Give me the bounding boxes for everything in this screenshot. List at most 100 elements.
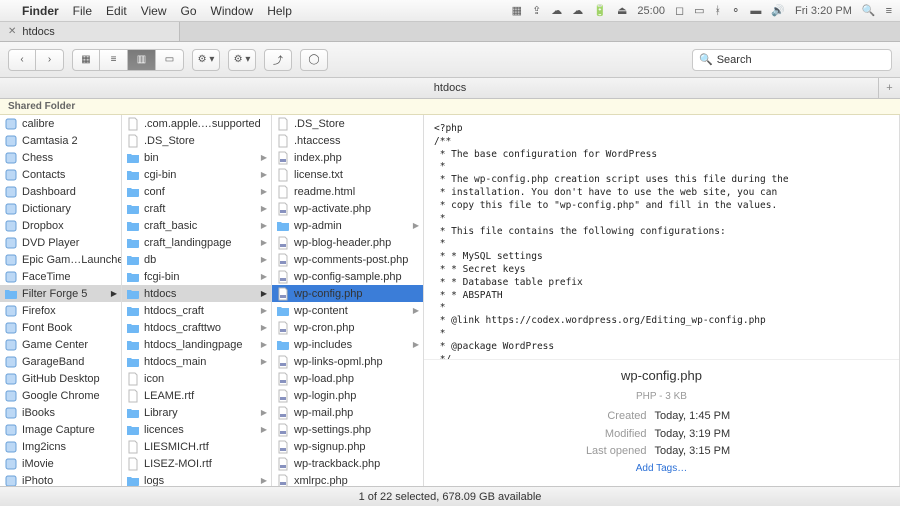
menu-edit[interactable]: Edit (106, 4, 127, 18)
spotlight-icon[interactable]: 🔍 (862, 4, 876, 17)
file-item[interactable]: GarageBand (0, 353, 121, 370)
cloud-icon[interactable]: ☁ (572, 4, 583, 17)
file-item[interactable]: fcgi-bin▶ (122, 268, 271, 285)
column-2[interactable]: .com.apple.…supported.DS_Storebin▶cgi-bi… (122, 115, 272, 486)
back-button[interactable]: ‹ (8, 49, 36, 71)
file-item[interactable]: icon (122, 370, 271, 387)
file-item[interactable]: htdocs_landingpage▶ (122, 336, 271, 353)
file-item[interactable]: wp-activate.php (272, 200, 423, 217)
timer-text[interactable]: 25:00 (637, 5, 665, 17)
file-item[interactable]: wp-config.php (272, 285, 423, 302)
search-field[interactable]: 🔍 Search (692, 49, 892, 71)
file-item[interactable]: wp-cron.php (272, 319, 423, 336)
display-icon[interactable]: ◻ (675, 4, 684, 17)
file-item[interactable]: logs▶ (122, 472, 271, 486)
action-button[interactable]: ⚙ ▾ (228, 49, 256, 71)
window-tab[interactable]: ✕ htdocs (0, 22, 180, 41)
file-item[interactable]: Dropbox (0, 217, 121, 234)
file-item[interactable]: htdocs_craft▶ (122, 302, 271, 319)
list-view-button[interactable]: ≡ (100, 49, 128, 71)
file-item[interactable]: htdocs_main▶ (122, 353, 271, 370)
menu-view[interactable]: View (141, 4, 167, 18)
notification-center-icon[interactable]: ≡ (886, 5, 892, 17)
file-item[interactable]: .com.apple.…supported (122, 115, 271, 132)
file-item[interactable]: Filter Forge 5▶ (0, 285, 121, 302)
dropbox-icon[interactable]: ⇪ (532, 4, 541, 17)
file-item[interactable]: LEAME.rtf (122, 387, 271, 404)
forward-button[interactable]: › (36, 49, 64, 71)
tags-button[interactable]: ◯ (300, 49, 328, 71)
file-item[interactable]: wp-blog-header.php (272, 234, 423, 251)
file-item[interactable]: iMovie (0, 455, 121, 472)
file-item[interactable]: cgi-bin▶ (122, 166, 271, 183)
menu-window[interactable]: Window (211, 4, 254, 18)
wifi-icon[interactable]: ⚬ (731, 4, 740, 17)
file-item[interactable]: Epic Gam…Launcher (0, 251, 121, 268)
file-item[interactable]: craft_landingpage▶ (122, 234, 271, 251)
file-item[interactable]: wp-comments-post.php (272, 251, 423, 268)
file-item[interactable]: calibre (0, 115, 121, 132)
icon-view-button[interactable]: ▦ (72, 49, 100, 71)
file-item[interactable]: .DS_Store (272, 115, 423, 132)
file-item[interactable]: Library▶ (122, 404, 271, 421)
screen-share-icon[interactable]: ▭ (694, 4, 704, 17)
sync-icon[interactable]: ☁ (551, 4, 562, 17)
file-item[interactable]: Font Book (0, 319, 121, 336)
menubar-extra-icon[interactable]: ▦ (512, 4, 522, 17)
battery-icon[interactable]: ▬ (750, 5, 761, 17)
file-item[interactable]: wp-includes▶ (272, 336, 423, 353)
file-item[interactable]: wp-login.php (272, 387, 423, 404)
menu-go[interactable]: Go (181, 4, 197, 18)
gallery-view-button[interactable]: ▭ (156, 49, 184, 71)
file-item[interactable]: wp-content▶ (272, 302, 423, 319)
file-item[interactable]: craft_basic▶ (122, 217, 271, 234)
file-item[interactable]: GitHub Desktop (0, 370, 121, 387)
file-item[interactable]: LIESMICH.rtf (122, 438, 271, 455)
file-item[interactable]: Google Chrome (0, 387, 121, 404)
app-name[interactable]: Finder (22, 4, 59, 18)
file-item[interactable]: FaceTime (0, 268, 121, 285)
file-item[interactable]: htdocs▶ (122, 285, 271, 302)
file-item[interactable]: Contacts (0, 166, 121, 183)
bluetooth-icon[interactable]: ᚼ (714, 5, 721, 17)
file-item[interactable]: DVD Player (0, 234, 121, 251)
file-item[interactable]: LISEZ-MOI.rtf (122, 455, 271, 472)
file-item[interactable]: Camtasia 2 (0, 132, 121, 149)
battery-menubar-icon[interactable]: 🔋 (593, 4, 607, 17)
file-item[interactable]: wp-signup.php (272, 438, 423, 455)
file-item[interactable]: wp-config-sample.php (272, 268, 423, 285)
file-item[interactable]: wp-load.php (272, 370, 423, 387)
file-item[interactable]: iBooks (0, 404, 121, 421)
tab-close-icon[interactable]: ✕ (8, 26, 16, 37)
file-item[interactable]: conf▶ (122, 183, 271, 200)
column-3[interactable]: .DS_Store.htaccessindex.phplicense.txtre… (272, 115, 424, 486)
file-item[interactable]: Dashboard (0, 183, 121, 200)
file-item[interactable]: Image Capture (0, 421, 121, 438)
file-item[interactable]: bin▶ (122, 149, 271, 166)
add-tab-button[interactable]: + (878, 78, 900, 98)
file-item[interactable]: readme.html (272, 183, 423, 200)
file-item[interactable]: wp-trackback.php (272, 455, 423, 472)
file-item[interactable]: htdocs_crafttwo▶ (122, 319, 271, 336)
file-item[interactable]: license.txt (272, 166, 423, 183)
column-1[interactable]: calibreCamtasia 2ChessContactsDashboardD… (0, 115, 122, 486)
file-item[interactable]: Firefox (0, 302, 121, 319)
file-item[interactable]: craft▶ (122, 200, 271, 217)
file-item[interactable]: db▶ (122, 251, 271, 268)
file-item[interactable]: wp-mail.php (272, 404, 423, 421)
column-view-button[interactable]: ▥ (128, 49, 156, 71)
file-item[interactable]: wp-settings.php (272, 421, 423, 438)
file-item[interactable]: index.php (272, 149, 423, 166)
volume-icon[interactable]: 🔊 (771, 4, 785, 17)
file-item[interactable]: Game Center (0, 336, 121, 353)
menu-help[interactable]: Help (267, 4, 292, 18)
file-item[interactable]: xmlrpc.php (272, 472, 423, 486)
add-tags-button[interactable]: Add Tags… (424, 463, 899, 474)
menu-file[interactable]: File (73, 4, 92, 18)
eject-icon[interactable]: ⏏ (617, 4, 627, 17)
file-item[interactable]: wp-admin▶ (272, 217, 423, 234)
share-button[interactable]: ⤴ (264, 49, 292, 71)
clock[interactable]: Fri 3:20 PM (795, 5, 852, 17)
file-item[interactable]: licences▶ (122, 421, 271, 438)
file-item[interactable]: iPhoto (0, 472, 121, 486)
